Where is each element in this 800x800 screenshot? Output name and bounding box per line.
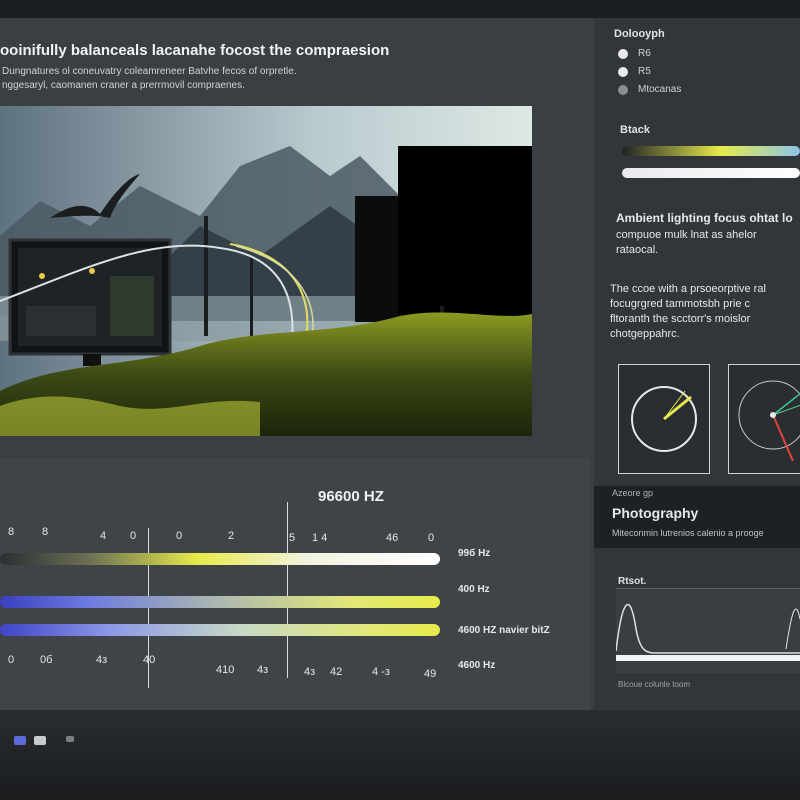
bar-label-2: 400 Hz — [458, 584, 490, 595]
app-screen: ooinifully balanceals lacanahe focost th… — [0, 18, 800, 710]
mini-chart-title: Rtsot. — [618, 576, 647, 587]
ambient-line-1: compuoe mulk lnat as ahelor — [616, 229, 757, 241]
editor-panel: ooinifully balanceals lacanahe focost th… — [0, 18, 590, 710]
radio-label-1: R6 — [638, 48, 651, 59]
landscape-illustration — [0, 106, 532, 436]
tick-label: 42 — [330, 666, 343, 678]
tick-label: 5 — [289, 532, 296, 544]
tick-label: 8 — [8, 526, 15, 538]
taskbar-app-icon[interactable] — [66, 736, 74, 742]
tick-label: 0 — [8, 654, 15, 666]
tick-label: 4з — [304, 666, 316, 678]
inspector-panel: Dolooyph R6 R5 Mtocanas Btack Ambient li… — [594, 18, 800, 710]
footer-caption: Blcoue colunle toom — [618, 680, 691, 689]
radio-option-1[interactable] — [618, 49, 628, 59]
radio-option-3[interactable] — [618, 85, 628, 95]
tick-label: 4з — [96, 654, 108, 666]
playhead-cursor[interactable] — [287, 502, 288, 678]
section-title-black: Btack — [620, 124, 650, 136]
waveform-graph — [615, 603, 800, 661]
radio-label-3: Mtocanas — [638, 84, 682, 95]
frequency-readout: 96600 HZ — [318, 488, 384, 505]
bar-track-2[interactable] — [0, 596, 440, 608]
desc-line-1: The ccoe with a prsoeorptive ral — [610, 283, 766, 295]
frequency-panel: 96600 HZ 8 8 4 0 0 2 5 1 4 46 0 99б Hz 4… — [0, 458, 590, 710]
bar-track-3[interactable] — [0, 624, 440, 636]
desc-line-2: focugrgred tammotsbh prie c — [610, 298, 751, 310]
image-preview[interactable] — [0, 106, 532, 436]
dial-gauge-2[interactable] — [728, 364, 800, 474]
tick-label: 49 — [424, 668, 437, 680]
tick-label: 4 — [100, 530, 107, 542]
ambient-title: Ambient lighting focus ohtat lo — [616, 211, 793, 225]
subtitle-line-1: Dungnatures ol coneuvatry coleamreneer B… — [2, 66, 297, 77]
radio-option-2[interactable] — [618, 67, 628, 77]
ambient-line-2: rataocal. — [616, 244, 659, 256]
tick-label: 8 — [42, 526, 49, 538]
bar-label-4: 4600 Hz — [458, 660, 496, 671]
monitor-bezel-bottom — [0, 710, 800, 800]
tick-label: 1 4 — [312, 532, 328, 544]
photography-subtitle: Miteconmin lutrenios calenio a prooge — [612, 528, 764, 538]
black-level-slider-2[interactable] — [622, 168, 800, 178]
tick-label: 4 -з — [372, 666, 390, 678]
bar-label-1: 99б Hz — [458, 548, 491, 559]
dial-icon — [631, 386, 697, 452]
taskbar-app-icon[interactable] — [34, 736, 46, 745]
bar-label-3: 4600 HZ navier bitZ — [458, 625, 550, 636]
photography-overline: Azeore gp — [612, 488, 654, 498]
tick-label: 0 — [176, 530, 183, 542]
desc-line-3: fltoranth the scctorr's moislor — [610, 313, 751, 325]
subtitle-line-2: nggesaryl, caomanen craner a prerrmovil … — [2, 80, 245, 91]
tick-label: 410 — [216, 664, 235, 676]
dial-gauge-1[interactable] — [618, 364, 710, 474]
bar-track-1[interactable] — [0, 553, 440, 565]
photography-section[interactable]: Azeore gp Photography Miteconmin lutreni… — [594, 486, 800, 548]
section-title-style: Dolooyph — [614, 28, 665, 40]
tick-label: 4з — [257, 664, 269, 676]
page-title: ooinifully balanceals lacanahe focost th… — [0, 42, 390, 59]
photography-title: Photography — [612, 505, 699, 521]
tick-label: 0 — [130, 530, 137, 542]
color-wheel-icon — [738, 380, 800, 462]
tick-label: 2 — [228, 530, 235, 542]
tick-label: 40 — [143, 654, 156, 666]
radio-label-2: R5 — [638, 66, 651, 77]
monitor-bezel-top — [0, 0, 800, 18]
black-level-slider-1[interactable] — [622, 146, 800, 156]
desc-line-4: chotgeppahrc. — [610, 328, 680, 340]
tick-label: 0 — [428, 532, 435, 544]
taskbar-app-icon[interactable] — [14, 736, 26, 745]
tick-label: 46 — [386, 532, 399, 544]
waveform-chart[interactable] — [615, 588, 800, 673]
tick-label: 0б — [40, 654, 53, 666]
